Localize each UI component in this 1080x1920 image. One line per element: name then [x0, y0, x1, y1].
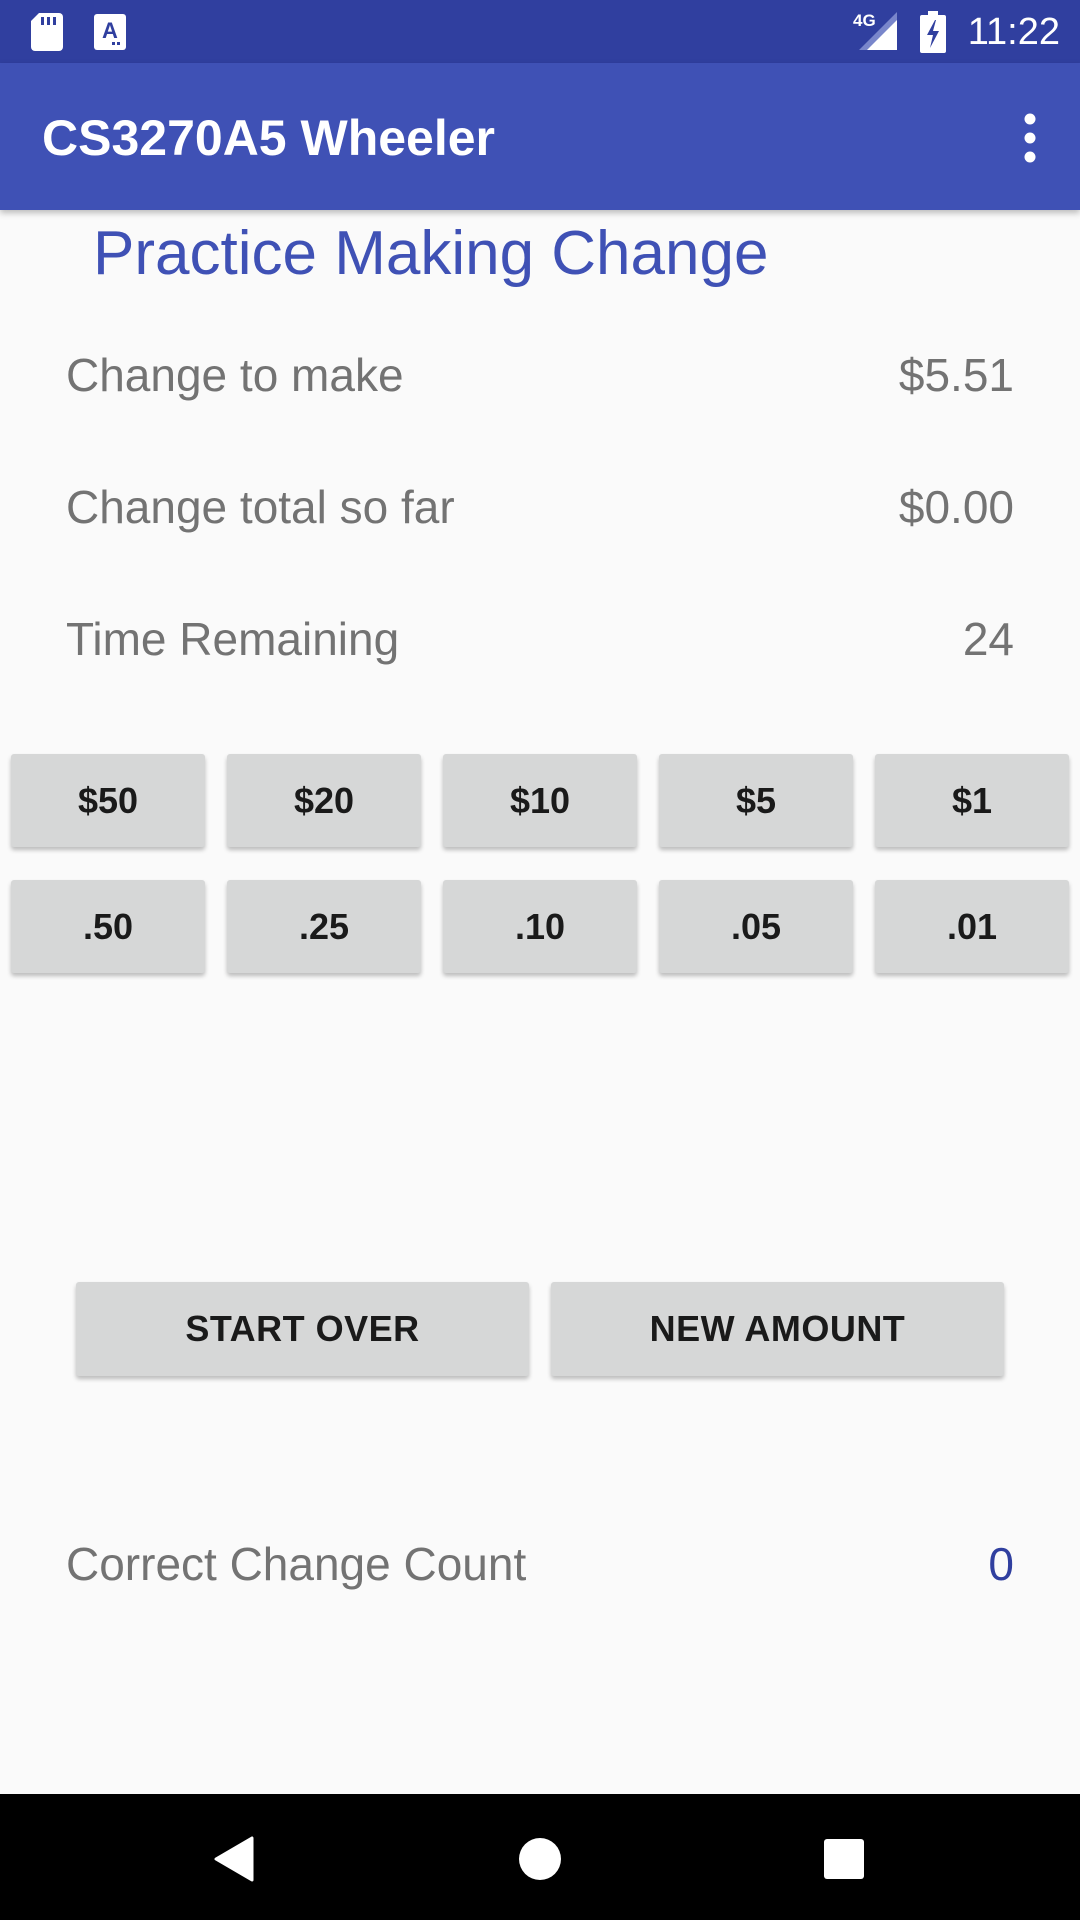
status-time: 11:22 [967, 11, 1060, 53]
time-remaining-value: 24 [962, 613, 1014, 665]
change-to-make-value: $5.51 [898, 349, 1014, 401]
svg-text:A: A [102, 18, 118, 43]
status-bar: A 4G 11:22 [0, 0, 1080, 63]
recents-icon[interactable] [809, 1824, 879, 1894]
correct-count-row: Correct Change Count 0 [66, 1529, 1014, 1599]
correct-count-value: 0 [988, 1538, 1014, 1590]
network-type-label: 4G [853, 11, 876, 30]
coin-01-button[interactable]: .01 [875, 880, 1069, 973]
app-title: CS3270A5 Wheeler [42, 110, 496, 166]
back-icon[interactable] [200, 1824, 270, 1894]
bill-50-button[interactable]: $50 [11, 754, 205, 847]
sd-card-icon [31, 13, 63, 56]
page-title: Practice Making Change [93, 219, 769, 288]
bill-10-button[interactable]: $10 [443, 754, 637, 847]
start-over-button[interactable]: START OVER [76, 1282, 529, 1376]
coin-25-button[interactable]: .25 [227, 880, 421, 973]
change-total-label: Change total so far [66, 481, 455, 533]
bill-20-button[interactable]: $20 [227, 754, 421, 847]
battery-charging-icon [920, 11, 946, 58]
time-remaining-row: Time Remaining 24 [66, 604, 1014, 674]
bill-5-button[interactable]: $5 [659, 754, 853, 847]
correct-count-label: Correct Change Count [66, 1538, 527, 1590]
a-notification-icon: A [94, 14, 126, 55]
change-total-value: $0.00 [898, 481, 1014, 533]
bill-1-button[interactable]: $1 [875, 754, 1069, 847]
signal-icon: 4G [853, 10, 899, 57]
coin-05-button[interactable]: .05 [659, 880, 853, 973]
change-total-row: Change total so far $0.00 [66, 472, 1014, 542]
coin-10-button[interactable]: .10 [443, 880, 637, 973]
navigation-bar [0, 1794, 1080, 1920]
new-amount-button[interactable]: NEW AMOUNT [551, 1282, 1004, 1376]
change-to-make-row: Change to make $5.51 [66, 340, 1014, 410]
coin-50-button[interactable]: .50 [11, 880, 205, 973]
more-vert-icon[interactable] [1000, 103, 1060, 173]
app-bar: CS3270A5 Wheeler [0, 63, 1080, 210]
change-to-make-label: Change to make [66, 349, 404, 401]
time-remaining-label: Time Remaining [66, 613, 400, 665]
home-icon[interactable] [505, 1824, 575, 1894]
